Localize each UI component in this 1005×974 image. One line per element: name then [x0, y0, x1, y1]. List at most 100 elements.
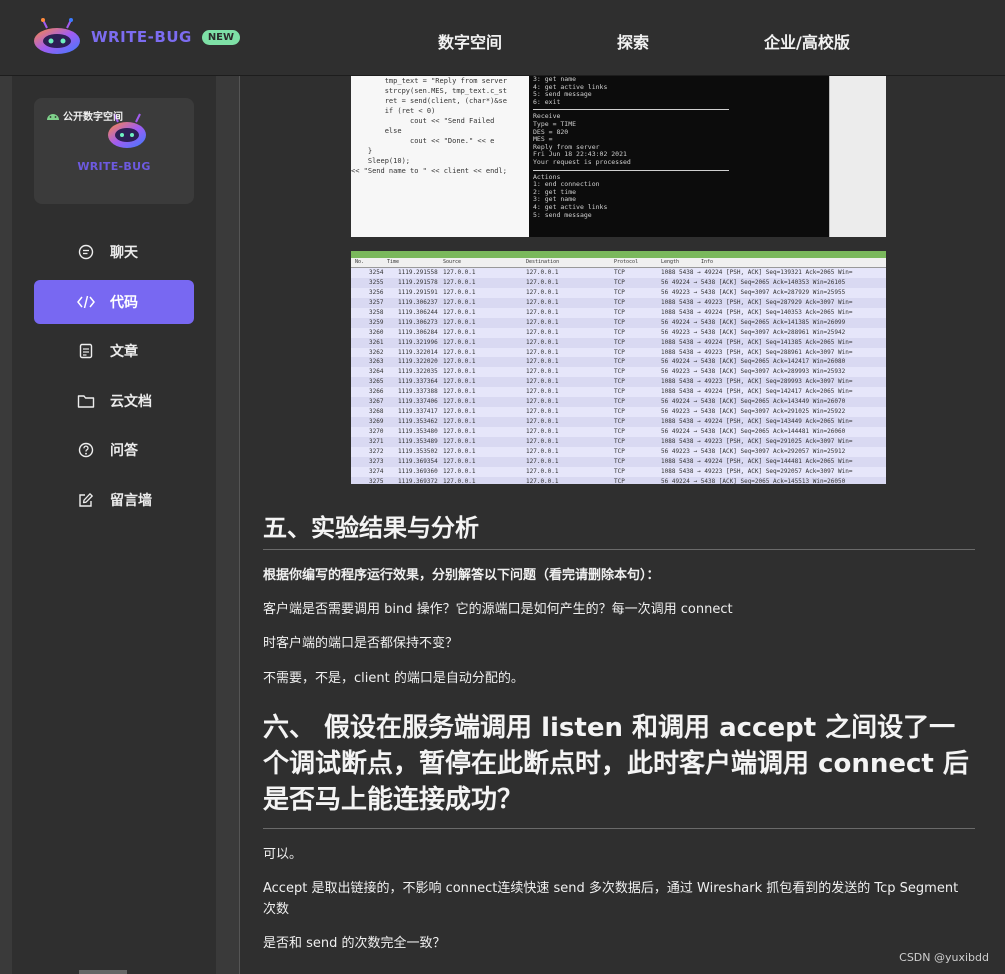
column-header[interactable]: Source — [443, 259, 461, 265]
sidebar-item-message-wall[interactable]: 留言墙 — [34, 478, 194, 522]
packet-row[interactable]: 3267 1119.337406 127.0.0.1 127.0.0.1 TCP 56 4… — [351, 397, 886, 408]
wireshark-screenshot: No. Time Source Destination Protocol Length In… — [351, 251, 886, 484]
packet-cell: 3255 — [369, 278, 384, 286]
packet-cell: TCP — [614, 318, 625, 326]
sidebar-item-qa[interactable]: 问答 — [34, 428, 194, 472]
packet-row[interactable]: 3274 1119.369360 127.0.0.1 127.0.0.1 TCP 1088… — [351, 466, 886, 477]
editor-side-pane — [829, 76, 886, 237]
packet-cell: 1088 5438 → 49224 [PSH, ACK] Seq=140353 … — [661, 308, 853, 316]
column-header[interactable]: Destination — [526, 259, 559, 265]
packet-cell: TCP — [614, 477, 625, 484]
packet-cell: TCP — [614, 298, 625, 306]
packet-row[interactable]: 3275 1119.369372 127.0.0.1 127.0.0.1 TCP 56 4… — [351, 476, 886, 484]
column-header[interactable]: Length — [661, 259, 679, 265]
column-header[interactable]: Protocol — [614, 259, 638, 265]
packet-cell: TCP — [614, 388, 625, 396]
space-card[interactable]: 公开数字空间 WRITE-BUG — [34, 98, 194, 204]
heading-divider — [263, 549, 975, 550]
packet-row[interactable]: 3271 1119.353489 127.0.0.1 127.0.0.1 TCP 1088… — [351, 436, 886, 447]
packet-cell: 1088 5438 → 49224 [PSH, ACK] Seq=139321 … — [661, 269, 853, 276]
packet-cell: TCP — [614, 368, 625, 376]
code-terminal-screenshot: tmp_text = "Reply from server strcpy(sen… — [351, 76, 886, 237]
code-line: ret = send(client, (char*)&se — [351, 97, 507, 105]
packet-row[interactable]: 3264 1119.322035 127.0.0.1 127.0.0.1 TCP 56 4… — [351, 367, 886, 378]
packet-row[interactable]: 3270 1119.353480 127.0.0.1 127.0.0.1 TCP 56 4… — [351, 427, 886, 437]
packet-cell: TCP — [614, 288, 625, 296]
sidebar-item-code[interactable]: 代码 — [34, 280, 194, 324]
column-header[interactable]: Time — [387, 259, 399, 265]
packet-cell: 127.0.0.1 — [526, 328, 559, 336]
packet-cell: 1119.291591 — [398, 288, 438, 296]
nav-explore[interactable]: 探索 — [617, 29, 649, 53]
packet-cell: 127.0.0.1 — [526, 398, 559, 406]
packet-cell: 1088 5438 → 49224 [PSH, ACK] Seq=144481 … — [661, 457, 853, 465]
packet-row[interactable]: 3266 1119.337388 127.0.0.1 127.0.0.1 TCP 1088… — [351, 387, 886, 398]
packet-cell: 1119.306244 — [398, 308, 438, 316]
nav-enterprise[interactable]: 企业/高校版 — [764, 29, 850, 53]
sidebar-item-chat[interactable]: 聊天 — [34, 230, 194, 274]
packet-cell: 127.0.0.1 — [443, 408, 476, 416]
packet-cell: 127.0.0.1 — [526, 467, 559, 475]
packet-cell: 127.0.0.1 — [443, 269, 476, 276]
packet-cell: 127.0.0.1 — [526, 308, 559, 316]
packet-cell: 1088 5438 → 49224 [PSH, ACK] Seq=143449 … — [661, 418, 853, 426]
packet-row[interactable]: 3265 1119.337364 127.0.0.1 127.0.0.1 TCP 1088… — [351, 377, 886, 388]
packet-row[interactable]: 3256 1119.291591 127.0.0.1 127.0.0.1 TCP 56 4… — [351, 287, 886, 298]
packet-cell: 127.0.0.1 — [443, 318, 476, 326]
packet-cell: 127.0.0.1 — [443, 467, 476, 475]
column-header[interactable]: No. — [355, 259, 364, 265]
packet-row[interactable]: 3260 1119.306284 127.0.0.1 127.0.0.1 TCP 56 4… — [351, 327, 886, 338]
packet-row[interactable]: 3261 1119.321996 127.0.0.1 127.0.0.1 TCP 1088… — [351, 337, 886, 348]
packet-row[interactable]: 3257 1119.306237 127.0.0.1 127.0.0.1 TCP 1088… — [351, 297, 886, 308]
packet-cell: 56 49224 → 5438 [ACK] Seq=2065 Ack=14138… — [661, 318, 846, 326]
sidebar-item-label: 问答 — [110, 443, 138, 459]
packet-cell: 3272 — [369, 447, 384, 455]
packet-cell: 1088 5438 → 49223 [PSH, ACK] Seq=288961 … — [661, 348, 853, 356]
code-line: tmp_text = "Reply from server — [351, 77, 507, 85]
packet-row[interactable]: 3262 1119.322014 127.0.0.1 127.0.0.1 TCP 1088… — [351, 347, 886, 358]
packet-cell: 3267 — [369, 398, 384, 406]
packet-cell: 3257 — [369, 298, 384, 306]
packet-cell: 127.0.0.1 — [443, 308, 476, 316]
packet-row[interactable]: 3268 1119.337417 127.0.0.1 127.0.0.1 TCP 56 4… — [351, 407, 886, 418]
packet-cell: TCP — [614, 398, 625, 406]
packet-cell: 127.0.0.1 — [443, 328, 476, 336]
packet-row[interactable]: 3272 1119.353502 127.0.0.1 127.0.0.1 TCP 56 4… — [351, 446, 886, 457]
nav-digital-space[interactable]: 数字空间 — [438, 29, 502, 53]
packet-cell: TCP — [614, 269, 625, 276]
packet-cell: 56 49224 → 5438 [ACK] Seq=2065 Ack=14551… — [661, 477, 846, 484]
packet-cell: 3265 — [369, 378, 384, 386]
packet-cell: 127.0.0.1 — [526, 298, 559, 306]
packet-cell: 1088 5438 → 49224 [PSH, ACK] Seq=142417 … — [661, 388, 853, 396]
packet-row[interactable]: 3258 1119.306244 127.0.0.1 127.0.0.1 TCP 1088… — [351, 307, 886, 318]
packet-cell: 1119.369354 — [398, 457, 438, 465]
packet-cell: 1088 5438 → 49223 [PSH, ACK] Seq=289993 … — [661, 378, 853, 386]
packet-cell: 127.0.0.1 — [443, 278, 476, 286]
packet-cell: TCP — [614, 418, 625, 426]
packet-cell: 1119.353480 — [398, 428, 438, 435]
packet-cell: 127.0.0.1 — [443, 428, 476, 435]
packet-cell: 127.0.0.1 — [526, 418, 559, 426]
robot-logo-icon — [34, 18, 80, 54]
packet-cell: TCP — [614, 437, 625, 445]
sidebar-item-article[interactable]: 文章 — [34, 329, 194, 373]
packet-cell: 127.0.0.1 — [443, 368, 476, 376]
scrollbar-thumb[interactable] — [79, 970, 127, 974]
column-header[interactable]: Info — [701, 259, 713, 265]
brand-logo[interactable]: WRITE-BUG NEW — [33, 18, 241, 56]
sidebar: 公开数字空间 WRITE-BUG 聊天 代码 文章 云文档 问答 留言墙 — [12, 76, 216, 974]
packet-row[interactable]: 3263 1119.322020 127.0.0.1 127.0.0.1 TCP 56 4… — [351, 357, 886, 368]
packet-cell: 127.0.0.1 — [443, 378, 476, 386]
packet-row[interactable]: 3273 1119.369354 127.0.0.1 127.0.0.1 TCP 1088… — [351, 456, 886, 467]
packet-cell: 127.0.0.1 — [526, 318, 559, 326]
packet-row[interactable]: 3255 1119.291578 127.0.0.1 127.0.0.1 TCP 56 4… — [351, 277, 886, 288]
packet-row[interactable]: 3259 1119.306273 127.0.0.1 127.0.0.1 TCP 56 4… — [351, 317, 886, 328]
packet-row[interactable]: 3254 1119.291558 127.0.0.1 127.0.0.1 TCP 1088… — [351, 268, 886, 278]
space-card-label: 公开数字空间 — [46, 108, 123, 123]
sidebar-item-cloud-docs[interactable]: 云文档 — [34, 379, 194, 423]
packet-cell: 3274 — [369, 467, 384, 475]
packet-cell: TCP — [614, 338, 625, 346]
packet-cell: TCP — [614, 328, 625, 336]
packet-row[interactable]: 3269 1119.353462 127.0.0.1 127.0.0.1 TCP 1088… — [351, 417, 886, 427]
filter-bar — [351, 251, 886, 258]
